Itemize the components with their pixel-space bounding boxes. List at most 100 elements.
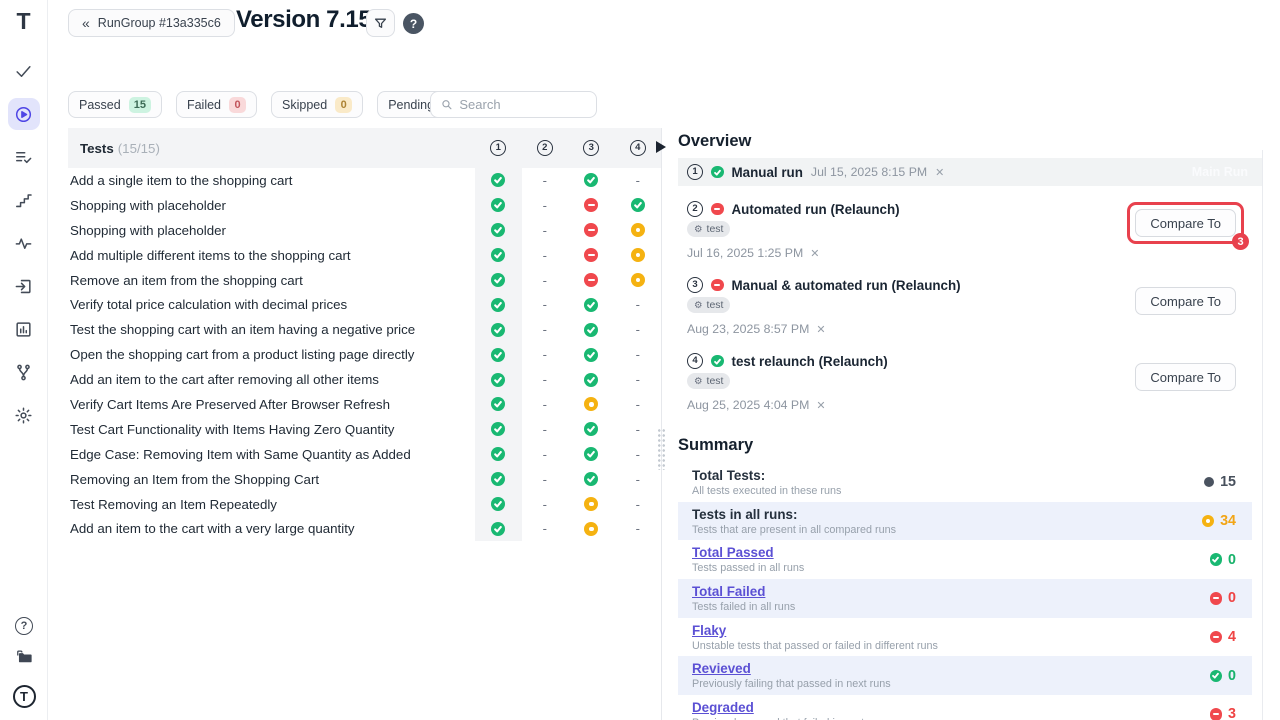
sidebar-item-import-box[interactable]	[8, 270, 40, 302]
table-row[interactable]: Verify Cart Items Are Preserved After Br…	[68, 392, 661, 417]
dash-placeholder: -	[636, 173, 640, 188]
folders-icon[interactable]	[15, 648, 34, 672]
table-row[interactable]: Removing an Item from the Shopping Cart-…	[68, 467, 661, 492]
failed-status-icon	[584, 223, 598, 237]
app-window: T ?T « RunGroup #13a335c6 Version 7.15 ?…	[0, 0, 1280, 720]
run-row-main[interactable]: 1Manual runJul 15, 2025 8:15 PM✕Main Run	[678, 158, 1262, 186]
status-cell	[475, 168, 522, 193]
passed-status-icon	[711, 355, 724, 368]
sidebar-item-check[interactable]	[8, 55, 40, 87]
dash-placeholder: -	[636, 297, 640, 312]
status-cell	[568, 342, 615, 367]
passed-status-icon	[584, 422, 598, 436]
tag-gear-icon: ⚙	[694, 224, 703, 235]
table-row[interactable]: Test Removing an Item Repeatedly--	[68, 492, 661, 517]
table-row[interactable]: Add an item to the cart after removing a…	[68, 367, 661, 392]
compare-to-button[interactable]: Compare To	[1135, 287, 1236, 315]
run-date: Aug 25, 2025 4:04 PM	[687, 398, 809, 412]
app-logo[interactable]: T	[16, 10, 30, 33]
table-row[interactable]: Shopping with placeholder-	[68, 193, 661, 218]
sidebar-item-play-circle[interactable]	[8, 98, 40, 130]
status-cell	[568, 442, 615, 467]
summary-count: 0	[1228, 552, 1236, 568]
run-number-icon: 1	[687, 164, 703, 180]
passed-status-icon	[491, 348, 505, 362]
table-row[interactable]: Test Cart Functionality with Items Havin…	[68, 417, 661, 442]
sidebar-item-git-branch[interactable]	[8, 356, 40, 388]
status-cell: -	[522, 168, 569, 193]
run-number-icon: 4	[687, 353, 703, 369]
list-check-icon	[14, 148, 33, 167]
annotation-step-badge: 3	[1232, 233, 1249, 250]
table-row[interactable]: Shopping with placeholder -	[68, 218, 661, 243]
sidebar-item-gear[interactable]	[8, 399, 40, 431]
help-circle-icon[interactable]: ?	[15, 617, 33, 635]
filter-passed-button[interactable]: Passed 15	[68, 91, 162, 118]
status-cell: -	[615, 317, 662, 342]
sidebar-item-stairs[interactable]	[8, 184, 40, 216]
resize-grip-handle[interactable]	[657, 428, 666, 470]
dash-placeholder: -	[636, 472, 640, 487]
remove-run-icon[interactable]: ✕	[810, 247, 819, 260]
summary-link[interactable]: Total Passed	[692, 545, 804, 560]
filter-count-badge: 15	[129, 97, 151, 113]
summary-list: Total Tests:All tests executed in these …	[678, 463, 1252, 720]
sidebar-item-pulse[interactable]	[8, 227, 40, 259]
dash-placeholder: -	[543, 223, 547, 238]
test-name: Verify Cart Items Are Preserved After Br…	[68, 397, 475, 412]
panel-scrollbar[interactable]	[1262, 150, 1263, 720]
table-row[interactable]: Test the shopping cart with an item havi…	[68, 317, 661, 342]
help-button[interactable]: ?	[403, 13, 424, 34]
search-input[interactable]	[459, 97, 586, 112]
remove-run-icon[interactable]: ✕	[816, 323, 825, 336]
filter-failed-button[interactable]: Failed0	[176, 91, 257, 118]
table-row[interactable]: Verify total price calculation with deci…	[68, 292, 661, 317]
summary-link[interactable]: Total Failed	[692, 584, 795, 599]
filter-skipped-button[interactable]: Skipped0	[271, 91, 363, 118]
failed-status-icon	[711, 203, 724, 216]
footer-logo-icon[interactable]: T	[13, 685, 36, 708]
dash-placeholder: -	[543, 297, 547, 312]
test-name: Shopping with placeholder	[68, 223, 475, 238]
back-to-rungroup-button[interactable]: « RunGroup #13a335c6	[68, 9, 235, 37]
column-header-1: 1	[475, 128, 522, 168]
table-row[interactable]: Edge Case: Removing Item with Same Quant…	[68, 442, 661, 467]
summary-link[interactable]: Revieved	[692, 661, 891, 676]
passed-status-icon	[491, 323, 505, 337]
status-cell: -	[615, 492, 662, 517]
status-cell	[568, 516, 615, 541]
table-row[interactable]: Open the shopping cart from a product li…	[68, 342, 661, 367]
help-icon: ?	[410, 17, 417, 31]
filter-label: Passed	[79, 98, 121, 112]
table-row[interactable]: Add a single item to the shopping cart--	[68, 168, 661, 193]
remove-run-icon[interactable]: ✕	[816, 399, 825, 412]
main-run-label: Main Run	[1192, 165, 1248, 179]
table-row[interactable]: Remove an item from the shopping cart-	[68, 268, 661, 293]
column-header-4: 4	[615, 128, 662, 168]
passed-status-icon	[631, 198, 645, 212]
column-header-3: 3	[568, 128, 615, 168]
summary-link[interactable]: Flaky	[692, 623, 938, 638]
status-cell	[568, 218, 615, 243]
summary-link[interactable]: Degraded	[692, 700, 888, 715]
status-filter-group: Passed15Failed0Skipped0Pending0	[68, 91, 470, 118]
dash-placeholder: -	[636, 322, 640, 337]
table-row[interactable]: Add an item to the cart with a very larg…	[68, 516, 661, 541]
passed-status-icon	[491, 373, 505, 387]
sidebar-item-list-check[interactable]	[8, 141, 40, 173]
status-cell: -	[615, 367, 662, 392]
sidebar-item-bar-chart[interactable]	[8, 313, 40, 345]
collapse-panel-icon[interactable]	[656, 141, 666, 153]
table-row[interactable]: Add multiple different items to the shop…	[68, 243, 661, 268]
compare-to-button[interactable]: Compare To	[1135, 363, 1236, 391]
tag-label: test	[707, 223, 724, 235]
compare-to-button[interactable]: Compare To	[1135, 209, 1236, 237]
stairs-icon	[14, 191, 33, 210]
skipped-status-icon	[631, 223, 645, 237]
remove-run-icon[interactable]: ✕	[935, 166, 944, 179]
run-tag: ⚙test	[687, 373, 730, 389]
passed-status-icon	[584, 472, 598, 486]
summary-description: Tests passed in all runs	[692, 562, 804, 574]
filter-button[interactable]	[366, 9, 395, 37]
dash-placeholder: -	[543, 173, 547, 188]
